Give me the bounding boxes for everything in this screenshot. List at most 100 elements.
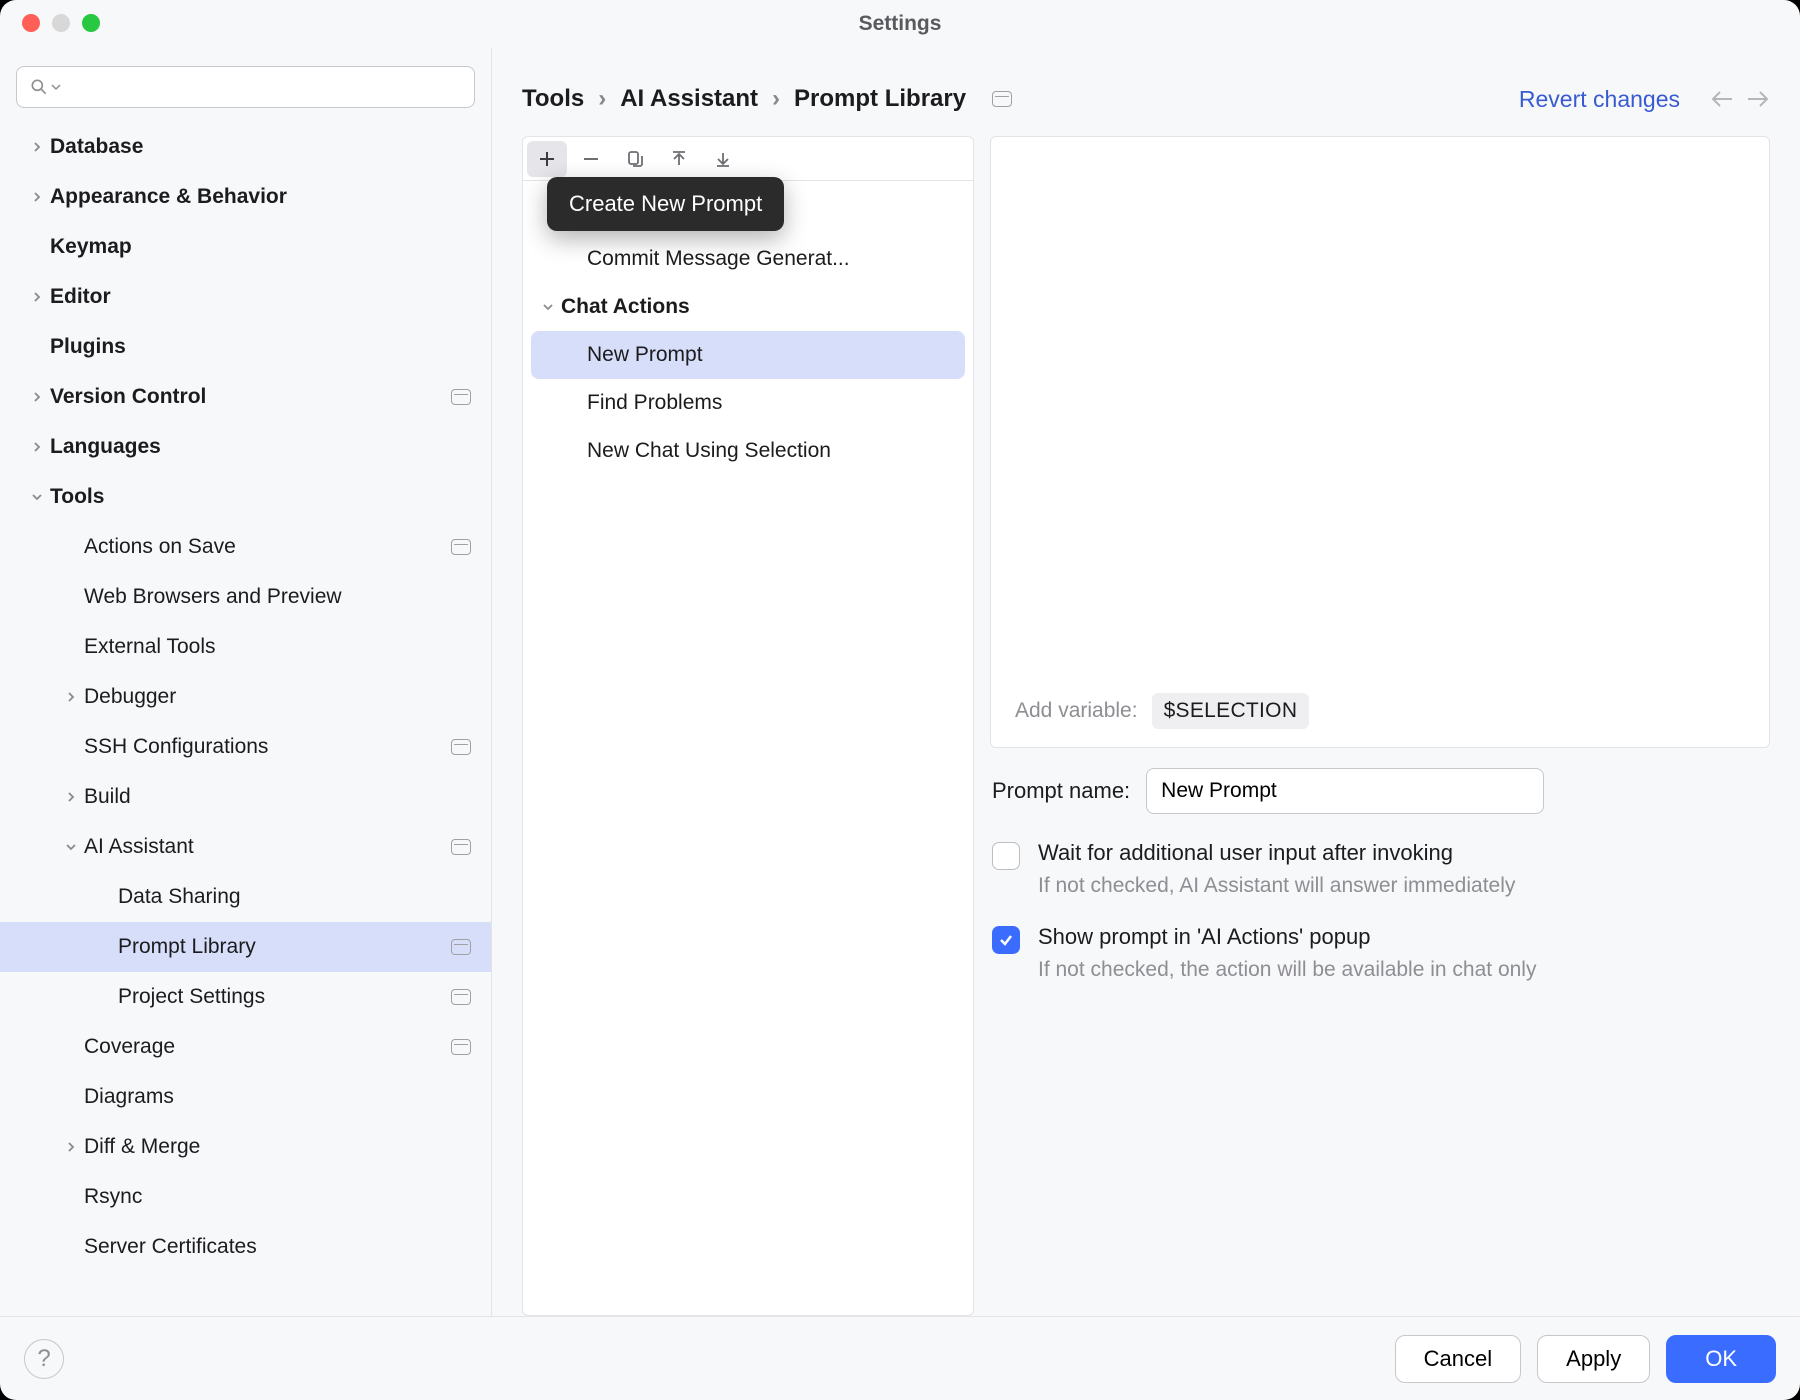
maximize-window-button[interactable] xyxy=(82,14,100,32)
help-icon: ? xyxy=(37,1345,50,1373)
prompt-name-label: Prompt name: xyxy=(992,778,1130,804)
forward-icon[interactable] xyxy=(1746,90,1770,108)
cancel-button[interactable]: Cancel xyxy=(1395,1335,1521,1383)
close-window-button[interactable] xyxy=(22,14,40,32)
chevron-right-icon[interactable] xyxy=(58,1141,84,1153)
window-title: Settings xyxy=(859,12,942,36)
show-checkbox[interactable] xyxy=(992,926,1020,954)
chevron-right-icon[interactable] xyxy=(24,191,50,203)
scope-badge-icon xyxy=(451,539,471,555)
sidebar-item[interactable]: Appearance & Behavior xyxy=(0,172,491,222)
prompt-item-label: Find Problems xyxy=(587,391,722,415)
copy-prompt-button[interactable] xyxy=(615,141,655,177)
chevron-down-icon[interactable] xyxy=(24,491,50,503)
sidebar-item[interactable]: Coverage xyxy=(0,1022,491,1072)
apply-button[interactable]: Apply xyxy=(1537,1335,1650,1383)
sidebar-item[interactable]: Diff & Merge xyxy=(0,1122,491,1172)
breadcrumb-item[interactable]: AI Assistant xyxy=(620,85,758,113)
breadcrumb-row: Tools › AI Assistant › Prompt Library Re… xyxy=(522,72,1770,126)
prompt-tree-panel: Create New Prompt Commit Message Generat… xyxy=(522,136,974,1316)
sidebar-item-label: Diff & Merge xyxy=(84,1135,471,1159)
search-icon xyxy=(29,77,49,97)
sidebar-item[interactable]: Version Control xyxy=(0,372,491,422)
sidebar-item[interactable]: Plugins xyxy=(0,322,491,372)
copy-icon xyxy=(625,149,645,169)
prompt-item-label: Chat Actions xyxy=(561,295,690,319)
chevron-right-icon[interactable] xyxy=(24,391,50,403)
sidebar-item-label: Plugins xyxy=(50,335,471,359)
show-checkbox-label: Show prompt in 'AI Actions' popup xyxy=(1038,924,1536,950)
search-input[interactable] xyxy=(63,75,462,100)
scope-badge-icon xyxy=(451,389,471,405)
add-prompt-button[interactable] xyxy=(527,141,567,177)
arrow-down-icon xyxy=(713,149,733,169)
sidebar-item[interactable]: Debugger xyxy=(0,672,491,722)
breadcrumb-item[interactable]: Tools xyxy=(522,85,584,113)
sidebar-item-label: Data Sharing xyxy=(118,885,471,909)
sidebar-item-label: Database xyxy=(50,135,471,159)
breadcrumb-separator: › xyxy=(598,85,606,113)
revert-changes-button[interactable]: Revert changes xyxy=(1513,85,1686,114)
sidebar-item[interactable]: External Tools xyxy=(0,622,491,672)
move-down-button[interactable] xyxy=(703,141,743,177)
sidebar-item[interactable]: AI Assistant xyxy=(0,822,491,872)
sidebar-item-label: Actions on Save xyxy=(84,535,451,559)
sidebar-item-label: Project Settings xyxy=(118,985,451,1009)
sidebar-item[interactable]: Build xyxy=(0,772,491,822)
minimize-window-button[interactable] xyxy=(52,14,70,32)
sidebar-item-label: Editor xyxy=(50,285,471,309)
move-up-button[interactable] xyxy=(659,141,699,177)
add-variable-label: Add variable: xyxy=(1015,699,1138,723)
sidebar-item-label: Diagrams xyxy=(84,1085,471,1109)
dialog-footer: ? Cancel Apply OK xyxy=(0,1316,1800,1400)
chevron-right-icon[interactable] xyxy=(24,291,50,303)
prompt-item[interactable]: New Chat Using Selection xyxy=(523,427,973,475)
sidebar-item[interactable]: Tools xyxy=(0,472,491,522)
variable-chip[interactable]: $SELECTION xyxy=(1152,693,1310,729)
prompt-item[interactable]: New Prompt xyxy=(531,331,965,379)
chevron-right-icon[interactable] xyxy=(58,691,84,703)
chevron-down-icon[interactable] xyxy=(58,841,84,853)
sidebar-item[interactable]: Web Browsers and Preview xyxy=(0,572,491,622)
sidebar-item[interactable]: Rsync xyxy=(0,1172,491,1222)
back-icon[interactable] xyxy=(1710,90,1734,108)
sidebar-item[interactable]: Editor xyxy=(0,272,491,322)
chevron-right-icon[interactable] xyxy=(24,141,50,153)
wait-checkbox[interactable] xyxy=(992,842,1020,870)
prompt-group[interactable]: Chat Actions xyxy=(523,283,973,331)
arrow-up-icon xyxy=(669,149,689,169)
prompt-item[interactable]: Commit Message Generat... xyxy=(523,235,973,283)
sidebar-item[interactable]: Database xyxy=(0,122,491,172)
chevron-down-icon[interactable] xyxy=(535,301,561,313)
sidebar-item-label: Tools xyxy=(50,485,471,509)
minus-icon xyxy=(581,149,601,169)
prompt-name-row: Prompt name: xyxy=(992,768,1768,814)
sidebar-item[interactable]: Keymap xyxy=(0,222,491,272)
prompt-name-input[interactable] xyxy=(1146,768,1544,814)
prompt-item-label: Commit Message Generat... xyxy=(587,247,850,271)
wait-checkbox-row: Wait for additional user input after inv… xyxy=(992,840,1768,898)
search-box[interactable] xyxy=(16,66,475,108)
sidebar-item[interactable]: Actions on Save xyxy=(0,522,491,572)
sidebar-item-label: Build xyxy=(84,785,471,809)
ok-button[interactable]: OK xyxy=(1666,1335,1776,1383)
prompt-text-area[interactable]: Add variable: $SELECTION xyxy=(990,136,1770,748)
traffic-lights xyxy=(22,14,100,32)
scope-badge-icon xyxy=(451,989,471,1005)
sidebar-item[interactable]: Diagrams xyxy=(0,1072,491,1122)
sidebar-item[interactable]: Prompt Library xyxy=(0,922,491,972)
sidebar-item[interactable]: Project Settings xyxy=(0,972,491,1022)
breadcrumb: Tools › AI Assistant › Prompt Library xyxy=(522,85,1012,113)
sidebar-item-label: Rsync xyxy=(84,1185,471,1209)
sidebar-item-label: Version Control xyxy=(50,385,451,409)
chevron-right-icon[interactable] xyxy=(58,791,84,803)
sidebar-item[interactable]: Server Certificates xyxy=(0,1222,491,1272)
wait-checkbox-sub: If not checked, AI Assistant will answer… xyxy=(1038,874,1515,898)
sidebar-item[interactable]: Data Sharing xyxy=(0,872,491,922)
sidebar-item[interactable]: SSH Configurations xyxy=(0,722,491,772)
help-button[interactable]: ? xyxy=(24,1339,64,1379)
remove-prompt-button[interactable] xyxy=(571,141,611,177)
prompt-item[interactable]: Find Problems xyxy=(523,379,973,427)
sidebar-item[interactable]: Languages xyxy=(0,422,491,472)
chevron-right-icon[interactable] xyxy=(24,441,50,453)
